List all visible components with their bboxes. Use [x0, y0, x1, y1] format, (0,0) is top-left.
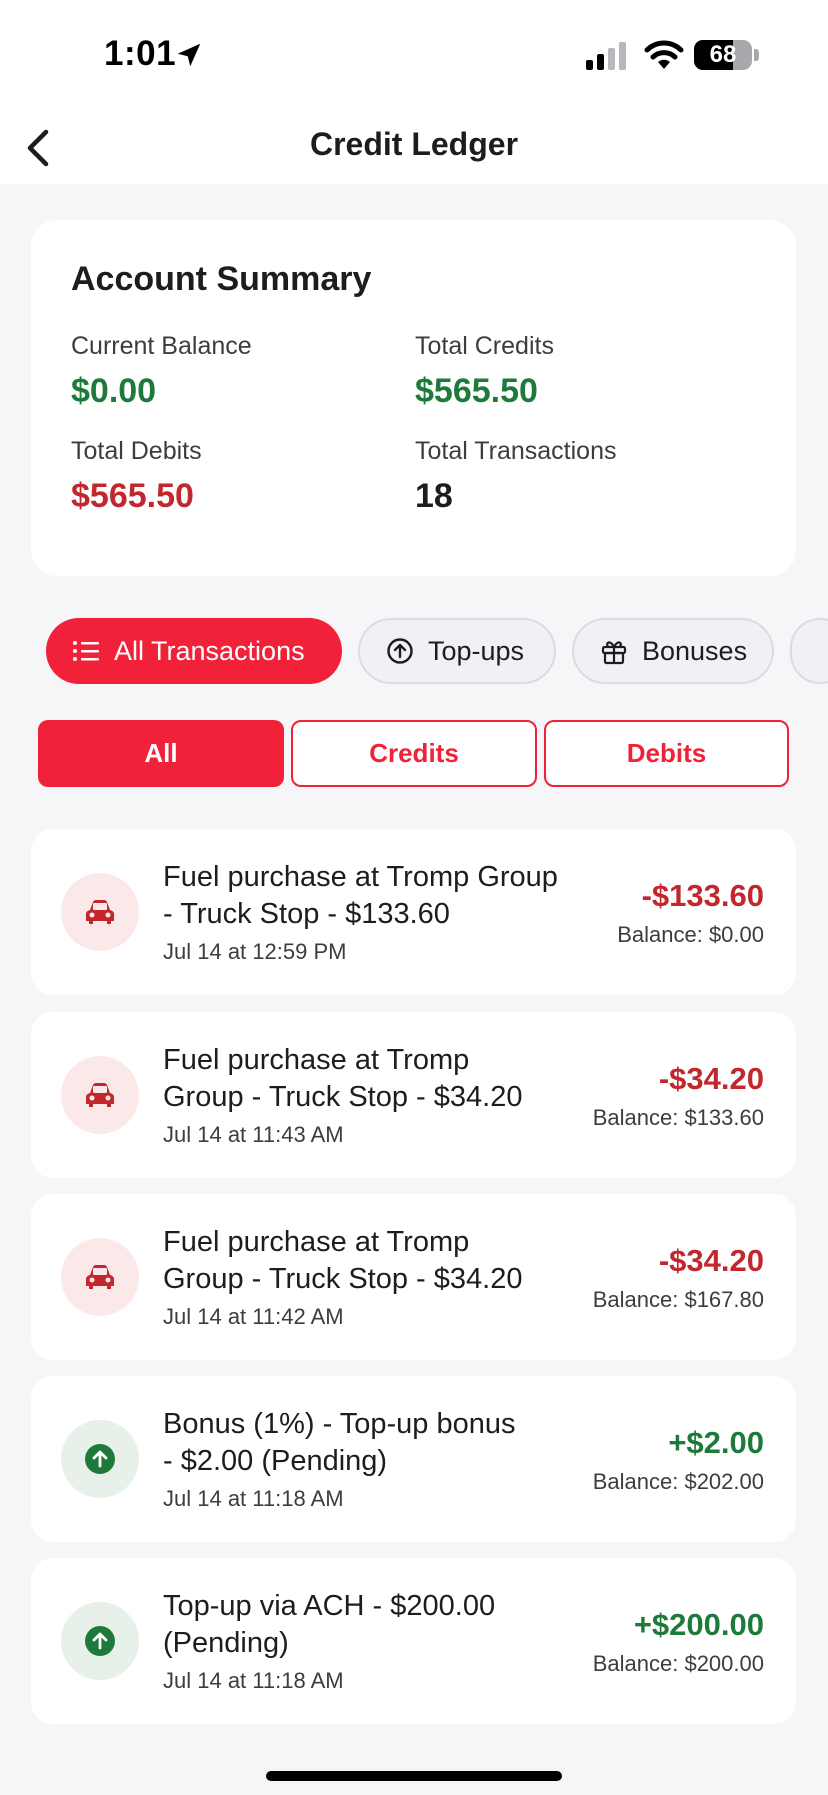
transaction-icon-bg	[61, 873, 139, 951]
transaction-description-line2: - $2.00 (Pending)	[163, 1445, 388, 1477]
cellular-signal-icon	[586, 42, 626, 70]
total-transactions-value: 18	[415, 477, 453, 515]
account-summary-card: Account Summary Current Balance $0.00 To…	[31, 220, 796, 576]
transaction-row[interactable]: Fuel purchase at Tromp Group - Truck Sto…	[31, 1194, 796, 1360]
status-time: 1:01	[104, 34, 177, 73]
segment-all[interactable]: All	[38, 720, 284, 787]
status-bar: 1:01 68	[0, 0, 828, 110]
transaction-description-line1: Fuel purchase at Tromp Group	[163, 861, 558, 893]
total-credits-value: $565.50	[415, 372, 538, 410]
segment-debits[interactable]: Debits	[544, 720, 789, 787]
arrow-up-circle-icon	[85, 1444, 115, 1474]
total-debits-label: Total Debits	[71, 437, 202, 465]
list-icon	[73, 641, 99, 661]
filter-chip-more[interactable]	[790, 618, 828, 684]
transaction-amount: +$200.00	[633, 1607, 764, 1642]
transaction-description-line2: (Pending)	[163, 1627, 289, 1659]
transaction-description-line2: Group - Truck Stop - $34.20	[163, 1081, 523, 1113]
filter-chip-label: Bonuses	[642, 635, 748, 666]
arrow-up-circle-icon	[387, 638, 413, 664]
summary-title: Account Summary	[71, 260, 372, 298]
transaction-description-line1: Bonus (1%) - Top-up bonus	[163, 1408, 516, 1440]
current-balance-label: Current Balance	[71, 332, 252, 360]
segment-credits[interactable]: Credits	[291, 720, 537, 787]
car-icon	[86, 1265, 114, 1289]
transaction-balance: Balance: $0.00	[617, 922, 764, 947]
transaction-icon-bg	[61, 1420, 139, 1498]
transaction-icon-bg	[61, 1238, 139, 1316]
transaction-balance: Balance: $167.80	[592, 1287, 764, 1312]
transaction-description-line1: Fuel purchase at Tromp	[163, 1044, 470, 1076]
battery-icon: 68	[694, 40, 752, 70]
transaction-date: Jul 14 at 11:43 AM	[163, 1122, 344, 1147]
page-title: Credit Ledger	[309, 126, 519, 162]
total-transactions-label: Total Transactions	[415, 437, 617, 465]
transaction-row[interactable]: Bonus (1%) - Top-up bonus - $2.00 (Pendi…	[31, 1376, 796, 1542]
current-balance-value: $0.00	[71, 372, 157, 410]
transaction-date: Jul 14 at 11:18 AM	[163, 1486, 344, 1511]
car-icon	[86, 1083, 114, 1107]
transaction-row[interactable]: Top-up via ACH - $200.00 (Pending) Jul 1…	[31, 1558, 796, 1724]
car-icon	[86, 900, 114, 924]
battery-cap	[754, 49, 759, 61]
transaction-description-line1: Top-up via ACH - $200.00	[163, 1590, 496, 1622]
filter-chip-bonuses[interactable]: Bonuses	[572, 618, 774, 684]
transaction-amount: -$34.20	[658, 1243, 764, 1278]
transaction-amount: -$133.60	[641, 878, 764, 913]
total-debits-value: $565.50	[71, 477, 194, 515]
transaction-description-line2: Group - Truck Stop - $34.20	[163, 1263, 523, 1295]
battery-level: 68	[709, 41, 737, 68]
transaction-row[interactable]: Fuel purchase at Tromp Group - Truck Sto…	[31, 829, 796, 995]
filter-chip-all-transactions[interactable]: All Transactions	[46, 618, 342, 684]
transaction-description-line1: Fuel purchase at Tromp	[163, 1226, 470, 1258]
home-indicator[interactable]	[266, 1771, 562, 1781]
total-credits-label: Total Credits	[415, 332, 554, 360]
transaction-description-line2: - Truck Stop - $133.60	[163, 898, 450, 930]
filter-chip-label: Top-ups	[428, 635, 525, 666]
transaction-date: Jul 14 at 11:18 AM	[163, 1668, 344, 1693]
filter-chip-label: All Transactions	[114, 635, 305, 666]
transaction-balance: Balance: $200.00	[592, 1651, 764, 1676]
transaction-amount: +$2.00	[668, 1425, 764, 1460]
gift-icon	[601, 641, 627, 665]
transaction-balance: Balance: $202.00	[592, 1469, 764, 1494]
filter-chip-top-ups[interactable]: Top-ups	[358, 618, 556, 684]
wifi-icon	[644, 40, 684, 69]
transaction-icon-bg	[61, 1056, 139, 1134]
location-arrow-icon	[177, 43, 201, 67]
nav-bar: Credit Ledger	[0, 110, 828, 184]
transaction-amount: -$34.20	[658, 1061, 764, 1096]
transaction-balance: Balance: $133.60	[592, 1105, 764, 1130]
transaction-date: Jul 14 at 12:59 PM	[163, 939, 347, 964]
transaction-icon-bg	[61, 1602, 139, 1680]
arrow-up-circle-icon	[85, 1626, 115, 1656]
transaction-date: Jul 14 at 11:42 AM	[163, 1304, 344, 1329]
transaction-row[interactable]: Fuel purchase at Tromp Group - Truck Sto…	[31, 1012, 796, 1178]
